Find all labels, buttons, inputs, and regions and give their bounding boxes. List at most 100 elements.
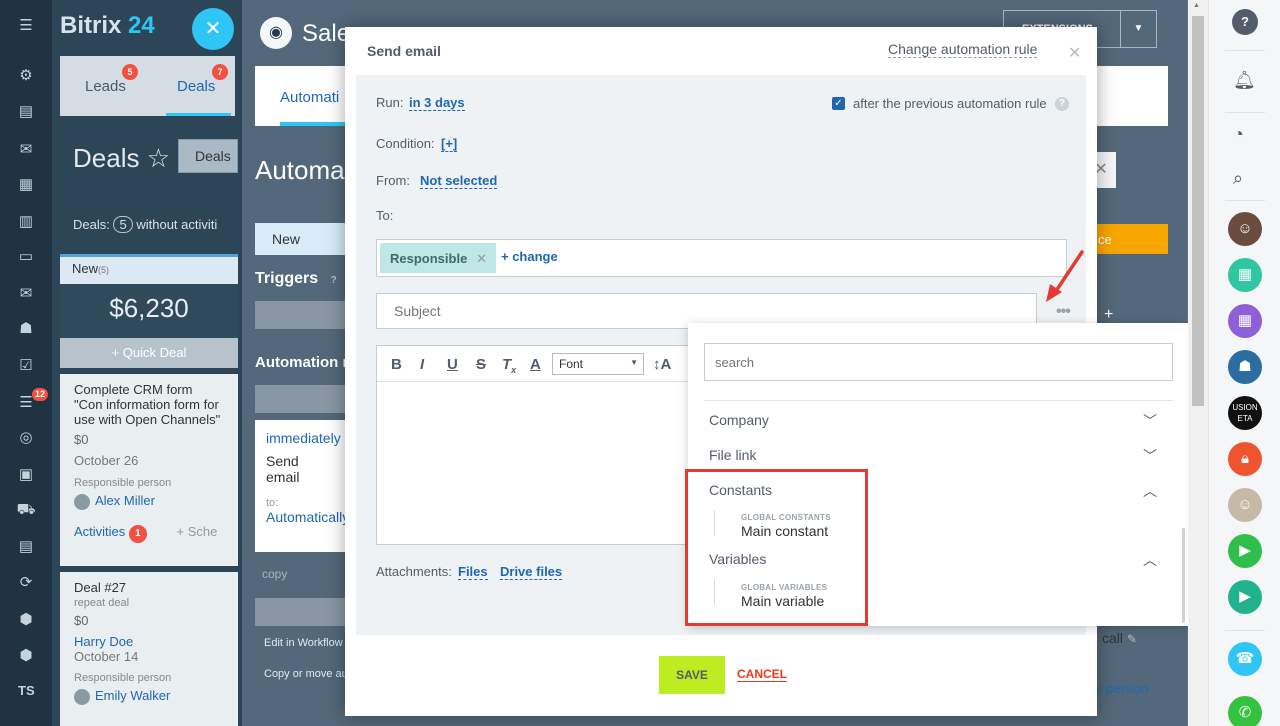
activities-link[interactable]: Activities <box>74 524 125 539</box>
change-automation-rule-link[interactable]: Change automation rule <box>888 41 1038 58</box>
chevron-up-icon[interactable]: ︿ <box>1143 481 1157 501</box>
rule-run-time[interactable]: immediately <box>266 430 341 446</box>
help-icon[interactable]: ? <box>1232 9 1258 35</box>
tab-automation[interactable]: Automati <box>280 89 339 106</box>
search-icon[interactable]: ⌕ <box>1233 168 1243 189</box>
popup-scrollbar[interactable] <box>1182 528 1185 623</box>
automation-rule-card[interactable]: immediately Send email to: Automatically <box>255 420 349 552</box>
fusion-chat-icon[interactable]: USION ETA <box>1228 396 1262 430</box>
text-color-icon[interactable]: A <box>530 356 541 373</box>
group-chat-icon[interactable]: ☗ <box>1228 350 1262 384</box>
clear-format-icon[interactable]: Tx <box>502 356 516 375</box>
condition-add-link[interactable]: [+] <box>441 136 458 152</box>
chevron-down-icon[interactable]: ﹀ <box>1143 411 1157 431</box>
recipient-tag[interactable]: Responsible ✕ <box>380 243 496 273</box>
menu-icon[interactable]: ☰ <box>14 16 38 36</box>
drive-files-link[interactable]: Drive files <box>500 564 563 580</box>
groups-icon[interactable]: ☗ <box>14 319 38 339</box>
italic-icon[interactable]: I <box>420 356 424 373</box>
docs-icon[interactable]: ▥ <box>14 212 38 232</box>
tab-leads[interactable]: Leads <box>85 78 126 95</box>
bell-icon[interactable]: 🔔︎ <box>1233 70 1256 91</box>
group-file-link[interactable]: File link <box>709 447 756 463</box>
plus-icon[interactable]: + <box>1104 306 1113 324</box>
sync-icon[interactable]: ⟳ <box>14 573 38 593</box>
group-company[interactable]: Company <box>709 412 769 428</box>
tab-deals[interactable]: Deals <box>177 78 215 95</box>
schedule-link[interactable]: + Sche <box>177 524 218 539</box>
save-button[interactable]: SAVE <box>659 656 725 694</box>
search-input[interactable] <box>704 343 1173 381</box>
phone-icon[interactable]: ✆ <box>1228 696 1262 726</box>
help-icon[interactable]: ? <box>331 275 337 286</box>
video-call-icon[interactable]: ▶ <box>1228 534 1262 568</box>
add-rule-strip[interactable] <box>255 598 345 626</box>
deal-person[interactable]: Emily Walker <box>95 688 170 703</box>
after-previous-checkbox[interactable]: ✓ <box>832 97 845 110</box>
lock-icon[interactable]: 🔒︎ <box>1228 442 1262 476</box>
scrollbar-thumb[interactable] <box>1192 16 1204 406</box>
avatar[interactable]: ☺ <box>1228 212 1262 246</box>
bold-icon[interactable]: B <box>391 356 402 373</box>
run-value[interactable]: in 3 days <box>409 95 465 111</box>
edit-workflow-link[interactable]: Edit in Workflow <box>264 637 343 649</box>
drive-icon[interactable]: ▭ <box>14 247 38 267</box>
files-link[interactable]: Files <box>458 564 488 580</box>
star-icon[interactable]: ☆ <box>147 143 170 173</box>
open-line-icon[interactable]: ☎ <box>1228 642 1262 676</box>
page-scrollbar[interactable]: ▲ <box>1188 0 1208 726</box>
more-dots-icon[interactable]: ••• <box>1056 303 1071 321</box>
calendar-chat-icon[interactable]: ▦ <box>1228 258 1262 292</box>
deal-contact[interactable]: Harry Doe <box>74 634 224 649</box>
strikethrough-icon[interactable]: S <box>476 356 486 373</box>
contacts-icon[interactable]: ▤ <box>14 537 38 557</box>
user-initials[interactable]: TS <box>18 683 35 698</box>
chevron-down-icon[interactable]: ﹀ <box>1143 446 1157 466</box>
change-recipient-link[interactable]: + change <box>501 249 558 264</box>
add-trigger-strip[interactable] <box>255 301 345 329</box>
copy-label[interactable]: copy <box>262 567 287 581</box>
chevron-up-icon[interactable]: ︿ <box>1143 550 1157 570</box>
cart-icon[interactable]: ⛟ <box>14 500 38 520</box>
deals-filter-button[interactable]: Deals <box>178 139 238 173</box>
quick-deal-button[interactable]: + Quick Deal <box>60 338 238 368</box>
deal-title[interactable]: Deal #27 <box>74 580 224 595</box>
deal-person[interactable]: Alex Miller <box>95 493 155 508</box>
mail-icon[interactable]: ✉ <box>14 284 38 304</box>
chevron-down-icon[interactable]: ▼ <box>1120 11 1156 47</box>
copy-move-link[interactable]: Copy or move au <box>264 668 348 680</box>
remove-icon[interactable]: ✕ <box>476 251 487 267</box>
sites-icon[interactable]: ▣ <box>14 465 38 485</box>
crm-counter-badge: 12 <box>32 388 49 401</box>
font-size-icon[interactable]: ↕A <box>653 356 671 373</box>
to-field[interactable]: Responsible ✕ + change <box>376 239 1067 277</box>
tasks-icon[interactable]: ☑ <box>14 356 38 376</box>
from-value[interactable]: Not selected <box>420 173 498 189</box>
deal-card[interactable]: Deal #27 repeat deal $0 Harry Doe Octobe… <box>60 572 238 726</box>
feed-icon[interactable]: ▤ <box>14 102 38 122</box>
close-slider-icon[interactable]: ✕ <box>192 8 234 50</box>
avatar[interactable]: ☺ <box>1228 488 1262 522</box>
pencil-icon[interactable]: ✎ <box>1127 632 1137 646</box>
help-icon[interactable]: ? <box>1055 97 1069 111</box>
box2-icon[interactable]: ⬢ <box>14 646 38 666</box>
person-link[interactable]: e person <box>1094 680 1148 696</box>
message-editor[interactable]: B I U S Tx A Font ▼ ↕A <box>376 345 722 545</box>
calendar-chat-icon[interactable]: ▦ <box>1228 304 1262 338</box>
deal-title[interactable]: Complete CRM form "Con information form … <box>74 382 224 427</box>
chat-icon[interactable]: ✉ <box>14 140 38 160</box>
scroll-up-icon[interactable]: ▲ <box>1193 2 1200 9</box>
video-call-icon[interactable]: ▶ <box>1228 580 1262 614</box>
cancel-button[interactable]: CANCEL <box>737 667 787 682</box>
underline-icon[interactable]: U <box>447 356 458 373</box>
crm-icon[interactable]: ⚙ <box>14 66 38 86</box>
target-icon[interactable]: ◎ <box>14 428 38 448</box>
close-icon[interactable]: ✕ <box>1068 43 1081 63</box>
font-select[interactable]: Font ▼ <box>552 353 644 375</box>
add-rule-strip[interactable] <box>255 385 345 413</box>
chat-icon[interactable]: ◔ <box>1233 124 1244 145</box>
deal-card[interactable]: Complete CRM form "Con information form … <box>60 374 238 566</box>
box-icon[interactable]: ⬢ <box>14 610 38 630</box>
modal-title: Send email <box>367 43 441 59</box>
calendar-icon[interactable]: ▦ <box>14 175 38 195</box>
